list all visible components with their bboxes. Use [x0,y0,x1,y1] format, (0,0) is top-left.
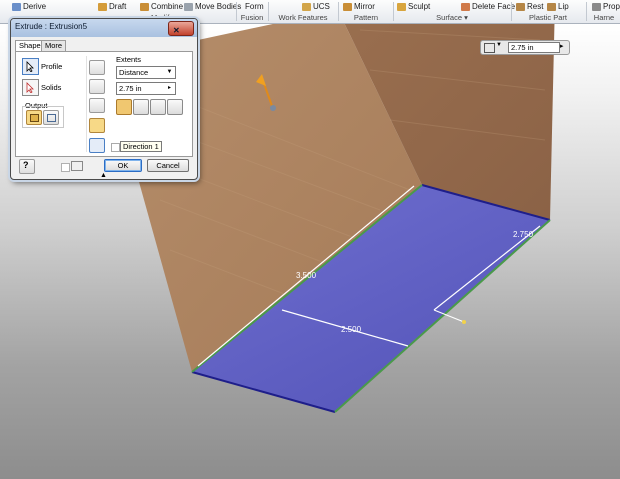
direction-1-button[interactable] [116,99,132,115]
asymmetric-button[interactable] [167,99,183,115]
ribbon-separator [236,2,237,21]
chevron-right-icon: ▸ [167,85,171,91]
chevron-down-icon[interactable]: ▼ [496,42,502,48]
cursor-arrow-icon [26,82,34,93]
derive-icon [12,2,21,11]
rest-icon [516,2,525,11]
sculpt-button[interactable]: Sculpt [397,1,430,12]
dimension-width[interactable]: 2.500 [341,325,362,334]
ucs-icon [302,2,311,11]
ribbon-separator [268,2,269,21]
distance-input[interactable]: 2.75 in ▸ [116,82,176,95]
mini-distance-input[interactable]: 2.75 in [508,42,560,53]
mirror-icon [343,2,352,11]
combine-icon [140,2,149,11]
output-solid-button[interactable] [26,110,42,125]
divider [86,56,87,152]
group-pattern: Pattern [353,13,379,22]
group-surface[interactable]: Surface ▾ [394,13,510,22]
preview-glasses-icon [71,161,83,171]
draft-icon [98,2,107,11]
dialog-title: Extrude : Extrusion5 [15,22,88,31]
extrude-dialog: Extrude : Extrusion5 ✕ Shape More Profil… [10,18,198,180]
expand-arrow-icon[interactable]: ▲ [100,172,107,179]
direction-2-button[interactable] [133,99,149,115]
symmetric-button[interactable] [150,99,166,115]
tab-more[interactable]: More [41,40,67,51]
solid-icon [30,114,39,122]
delete-face-button[interactable]: Delete Face [461,1,515,12]
combine-button[interactable]: Combine [140,1,183,12]
dimension-depth[interactable]: 2.750 [513,230,534,239]
surface-icon [47,114,56,122]
new-solid-button[interactable] [89,118,105,133]
direction-tooltip: Direction 1 [120,141,162,152]
group-fusion: Fusion [240,13,264,22]
chevron-down-icon: ▼ [166,69,173,75]
group-work-features: Work Features [278,13,328,22]
chevron-right-icon[interactable]: ▸ [560,42,564,50]
group-harness: Harne [593,13,615,22]
form-button[interactable]: Form [245,1,264,12]
help-button[interactable]: ? [19,159,35,174]
shape-tab-panel: Profile Solids Output Extents Distance ▼… [15,51,193,157]
mirror-button[interactable]: Mirror [343,1,375,12]
ucs-button[interactable]: UCS [302,1,330,12]
properties-button[interactable]: Prope [592,1,620,12]
move-bodies-button[interactable]: Move Bodies [184,1,241,12]
preview-checkbox[interactable] [61,163,70,172]
group-plastic-part: Plastic Part [529,13,567,22]
intersect-button[interactable] [89,98,105,113]
cut-button[interactable] [89,79,105,94]
move-bodies-icon [184,2,193,11]
properties-icon [592,2,601,11]
ok-button[interactable]: OK [104,159,142,172]
distance-type-icon[interactable] [484,43,495,53]
ribbon-separator [586,2,587,21]
lip-button[interactable]: Lip [547,1,569,12]
mini-toolbar: ▼ 2.75 in ▸ [480,40,570,55]
draft-button[interactable]: Draft [98,1,126,12]
extents-dropdown[interactable]: Distance ▼ [116,66,176,79]
output-surface-button[interactable] [43,110,59,125]
join-button[interactable] [89,60,105,75]
cursor-arrow-icon [26,61,34,72]
drag-handle[interactable] [462,320,466,324]
match-shape-button[interactable] [89,138,105,153]
dialog-titlebar[interactable]: Extrude : Extrusion5 ✕ [11,19,197,37]
distance-value: 2.75 in [119,84,142,93]
derive-button[interactable]: Derive [12,1,46,12]
extents-label: Extents [116,55,142,64]
dimension-length[interactable]: 3.500 [296,271,317,280]
sculpt-icon [397,2,406,11]
delete-face-icon [461,2,470,11]
ribbon-separator [338,2,339,21]
cancel-button[interactable]: Cancel [147,159,189,172]
profile-select-button[interactable] [22,58,39,75]
direction-checkbox[interactable] [111,143,120,152]
solids-label: Solids [41,83,62,92]
help-icon: ? [23,160,29,170]
solids-select-button[interactable] [22,79,39,96]
profile-label: Profile [41,62,63,71]
rest-button[interactable]: Rest [516,1,543,12]
close-button[interactable]: ✕ [168,21,194,36]
close-icon: ✕ [173,26,180,35]
extents-selected-value: Distance [119,68,149,77]
lip-icon [547,2,556,11]
